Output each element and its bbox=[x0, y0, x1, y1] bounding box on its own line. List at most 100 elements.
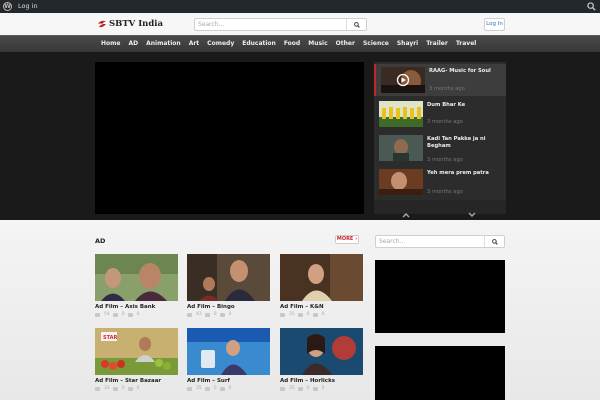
views-count: 35 bbox=[196, 386, 202, 391]
views-count: 35 bbox=[289, 386, 295, 391]
login-button[interactable]: Log In bbox=[484, 18, 505, 31]
video-player[interactable] bbox=[95, 62, 364, 214]
playlist-item-time: 3 months ago bbox=[427, 189, 463, 195]
nav-item-food[interactable]: Food bbox=[280, 36, 304, 52]
header-search-button[interactable] bbox=[346, 19, 366, 30]
likes-icon bbox=[312, 312, 318, 317]
likes-count: 0 bbox=[136, 386, 140, 391]
comments-count: 0 bbox=[213, 386, 217, 391]
sidebar-search-button[interactable] bbox=[484, 236, 504, 247]
video-card[interactable]: Ad Film – K&N 35 0 0 bbox=[280, 254, 363, 317]
admin-login-link[interactable]: Log in bbox=[18, 2, 38, 11]
playlist-item[interactable]: Yeh mera prem patra 3 months ago bbox=[374, 166, 506, 198]
video-card-title: Ad Film – Horlicks bbox=[280, 378, 336, 384]
nav-item-art[interactable]: Art bbox=[185, 36, 203, 52]
playlist-item-title: Kadi Tan Pakke ja ni Begham bbox=[427, 136, 486, 149]
views-count: 31 bbox=[104, 386, 110, 391]
nav-item-trailer[interactable]: Trailer bbox=[422, 36, 452, 52]
playlist-item-time: 3 months ago bbox=[427, 119, 463, 125]
video-thumbnail bbox=[95, 254, 178, 301]
video-card[interactable]: Ad Film – Surf 35 0 0 bbox=[187, 328, 270, 391]
wordpress-icon[interactable]: W bbox=[3, 2, 12, 11]
likes-icon bbox=[219, 386, 225, 391]
playlist-item[interactable]: Kadi Tan Pakke ja ni Begham 3 months ago bbox=[374, 132, 506, 164]
playlist-item[interactable]: RAAG- Music for Soul 3 months ago bbox=[374, 64, 506, 96]
video-card[interactable]: Ad Film – Axis Bank 54 0 0 bbox=[95, 254, 178, 317]
playlist: RAAG- Music for Soul 3 months ago Dum Bh… bbox=[374, 62, 506, 218]
video-thumbnail bbox=[379, 101, 423, 127]
playlist-item-title: RAAG- Music for Soul bbox=[429, 68, 491, 74]
likes-icon bbox=[127, 312, 133, 317]
views-count: 42 bbox=[196, 312, 202, 317]
featured-section: RAAG- Music for Soul 3 months ago Dum Bh… bbox=[0, 52, 600, 220]
sidebar-search-input[interactable] bbox=[376, 236, 484, 247]
search-icon[interactable] bbox=[587, 2, 596, 11]
comments-count: 0 bbox=[306, 386, 310, 391]
likes-count: 0 bbox=[228, 312, 232, 317]
sidebar-search bbox=[375, 235, 505, 248]
site-logo[interactable]: SBTV India bbox=[97, 17, 163, 31]
video-thumbnail bbox=[280, 328, 363, 375]
logo-mark-icon bbox=[98, 20, 106, 28]
video-thumbnail bbox=[379, 169, 423, 195]
nav-item-animation[interactable]: Animation bbox=[142, 36, 185, 52]
likes-icon bbox=[219, 312, 225, 317]
video-card[interactable]: Ad Film – Horlicks 35 0 0 bbox=[280, 328, 363, 391]
comments-icon bbox=[297, 386, 303, 391]
video-card-meta: 35 0 0 bbox=[280, 386, 363, 391]
section-title: AD bbox=[95, 237, 106, 245]
playlist-item[interactable]: Dum Bhar Ke 3 months ago bbox=[374, 98, 506, 130]
likes-count: 0 bbox=[136, 312, 140, 317]
nav-item-science[interactable]: Science bbox=[359, 36, 393, 52]
video-thumbnail: STAR bbox=[95, 328, 178, 375]
comments-count: 0 bbox=[121, 386, 125, 391]
views-icon bbox=[187, 386, 192, 391]
nav-item-travel[interactable]: Travel bbox=[452, 36, 480, 52]
likes-count: 0 bbox=[228, 386, 232, 391]
likes-icon bbox=[127, 386, 133, 391]
more-button[interactable]: MORE › bbox=[335, 235, 359, 244]
nav-item-education[interactable]: Education bbox=[238, 36, 280, 52]
playlist-nav bbox=[374, 200, 506, 218]
video-thumbnail bbox=[280, 254, 363, 301]
video-card-title: Ad Film – Bingo bbox=[187, 304, 235, 310]
nav-item-music[interactable]: Music bbox=[304, 36, 331, 52]
search-icon bbox=[353, 21, 360, 28]
svg-text:STAR: STAR bbox=[103, 335, 117, 341]
nav-item-home[interactable]: Home bbox=[97, 36, 124, 52]
playlist-item-time: 3 months ago bbox=[427, 157, 463, 163]
likes-count: 0 bbox=[321, 312, 325, 317]
nav-item-other[interactable]: Other bbox=[332, 36, 359, 52]
playlist-item-title: Yeh mera prem patra bbox=[427, 170, 489, 176]
nav-item-comedy[interactable]: Comedy bbox=[203, 36, 238, 52]
admin-bar: W Log in bbox=[0, 0, 600, 13]
nav-item-ad[interactable]: AD bbox=[124, 36, 142, 52]
video-card-title: Ad Film – Surf bbox=[187, 378, 230, 384]
views-icon bbox=[280, 312, 285, 317]
video-card-title: Ad Film – K&N bbox=[280, 304, 324, 310]
comments-icon bbox=[204, 312, 210, 317]
video-thumbnail bbox=[379, 135, 423, 161]
video-thumbnail bbox=[381, 67, 425, 93]
video-card-meta: 35 0 0 bbox=[187, 386, 270, 391]
video-card-meta: 35 0 0 bbox=[280, 312, 363, 317]
header-search-input[interactable] bbox=[195, 19, 346, 30]
video-card-meta: 31 0 0 bbox=[95, 386, 178, 391]
sidebar-ad-block[interactable] bbox=[375, 260, 505, 333]
video-thumbnail bbox=[187, 254, 270, 301]
sidebar-ad-block[interactable] bbox=[375, 346, 505, 400]
comments-icon bbox=[112, 312, 118, 317]
views-icon bbox=[95, 386, 100, 391]
video-card[interactable]: Ad Film – Bingo 42 0 0 bbox=[187, 254, 270, 317]
nav-item-shayri[interactable]: Shayri bbox=[393, 36, 422, 52]
views-count: 35 bbox=[289, 312, 295, 317]
video-card-title: Ad Film – Axis Bank bbox=[95, 304, 156, 310]
comments-icon bbox=[204, 386, 210, 391]
header-search bbox=[194, 18, 367, 31]
views-icon bbox=[95, 312, 100, 317]
views-icon bbox=[187, 312, 192, 317]
video-card[interactable]: STAR Ad Film – Star Bazaar 31 0 0 bbox=[95, 328, 178, 391]
views-icon bbox=[280, 386, 285, 391]
video-card-title: Ad Film – Star Bazaar bbox=[95, 378, 162, 384]
playlist-item-time: 3 months ago bbox=[429, 86, 465, 92]
